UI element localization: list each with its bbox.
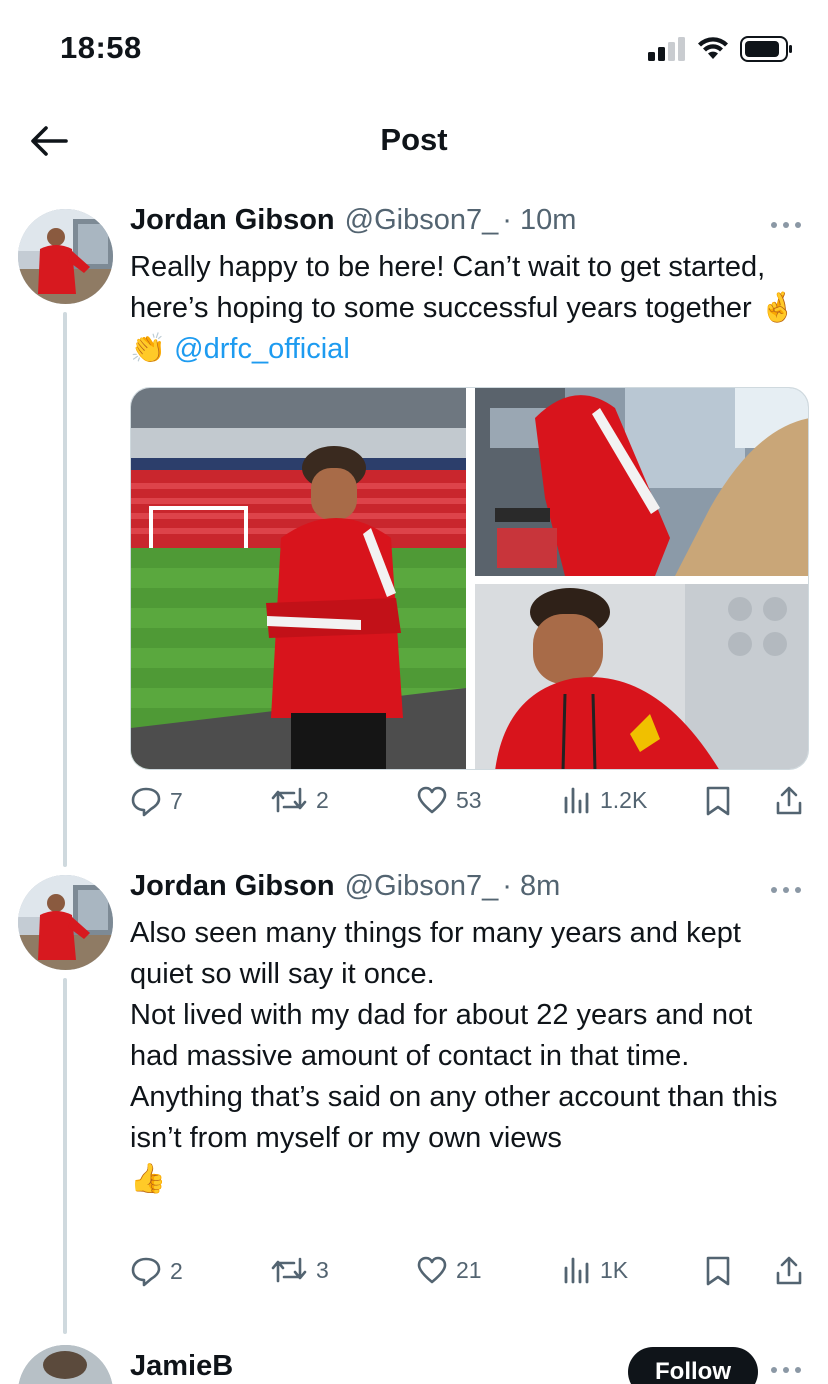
reply-tweet[interactable]: JamieB Follow bbox=[0, 0, 828, 1384]
follow-button[interactable]: Follow bbox=[628, 1347, 758, 1384]
avatar[interactable] bbox=[18, 1345, 113, 1384]
more-dots-icon bbox=[771, 1367, 801, 1373]
more-options-button[interactable] bbox=[766, 1360, 806, 1380]
author-name[interactable]: JamieB bbox=[130, 1350, 233, 1383]
tweet-header: JamieB bbox=[130, 1350, 233, 1384]
